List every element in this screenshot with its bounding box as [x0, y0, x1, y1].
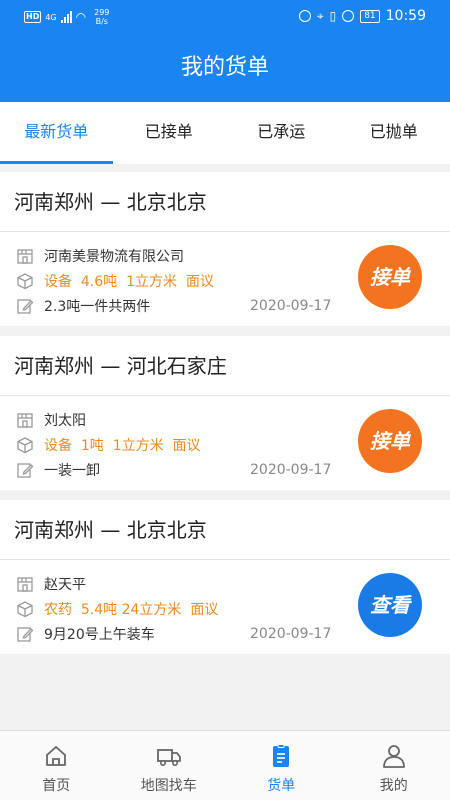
- package-icon: [16, 436, 34, 454]
- accept-order-button[interactable]: 接单: [358, 409, 422, 473]
- nav-map-label: 地图找车: [140, 778, 197, 794]
- store-icon: [16, 575, 34, 593]
- store-icon: [16, 247, 34, 265]
- hd-icon: HD: [24, 11, 42, 23]
- network-speed: 299 B/s: [94, 8, 109, 26]
- order-details: 河南美景物流有限公司 设备 4.6吨 1立方米 面议 2.3吨一件共两件 202…: [0, 232, 450, 326]
- shipper-row: 刘太阳: [16, 410, 86, 430]
- shipper-row: 河南美景物流有限公司: [16, 246, 184, 266]
- edit-icon: [16, 461, 34, 479]
- tab-latest-orders[interactable]: 最新货单: [0, 102, 113, 164]
- order-note: 一装一卸: [44, 463, 100, 479]
- nav-orders-label: 货单: [267, 778, 296, 794]
- cargo-row: 农药 5.4吨 24立方米 面议: [16, 599, 218, 619]
- shipper-name: 赵天平: [44, 577, 86, 593]
- document-icon: [268, 743, 294, 769]
- tab-carried[interactable]: 已承运: [225, 102, 338, 164]
- tab-dropped[interactable]: 已抛单: [338, 102, 450, 164]
- tab-bar: 最新货单 已接单 已承运 已抛单: [0, 102, 450, 164]
- order-card[interactable]: 河南郑州 — 北京北京 赵天平 农药 5.4吨 24立方米 面议 9月20号上午…: [0, 500, 450, 654]
- order-note: 2.3吨一件共两件: [44, 299, 151, 315]
- location-icon: ⌖: [316, 8, 324, 23]
- vibrate-icon: ▯: [329, 9, 337, 23]
- cargo-row: 设备 4.6吨 1立方米 面议: [16, 271, 214, 291]
- order-card[interactable]: 河南郑州 — 河北石家庄 刘太阳 设备 1吨 1立方米 面议 一装一卸 2020…: [0, 336, 450, 490]
- nav-mine-label: 我的: [379, 778, 408, 794]
- signal-icon: [60, 11, 72, 23]
- order-date: 2020-09-17: [250, 298, 332, 314]
- order-route: 河南郑州 — 北京北京: [0, 500, 450, 560]
- alarm-icon: [298, 10, 311, 22]
- status-left: HD 4G ◠ 299 B/s: [24, 8, 109, 26]
- page-title: 我的货单: [0, 34, 450, 102]
- order-details: 刘太阳 设备 1吨 1立方米 面议 一装一卸 2020-09-17 接单: [0, 396, 450, 490]
- order-note: 9月20号上午装车: [44, 627, 155, 643]
- status-right: ⌖ ▯ 81 10:59: [298, 8, 426, 24]
- order-details: 赵天平 农药 5.4吨 24立方米 面议 9月20号上午装车 2020-09-1…: [0, 560, 450, 654]
- speed-value: 299: [94, 8, 110, 17]
- order-route: 河南郑州 — 河北石家庄: [0, 336, 450, 396]
- nav-map-find-truck[interactable]: 地图找车: [113, 731, 226, 800]
- cargo-info: 农药 5.4吨 24立方米 面议: [44, 602, 219, 618]
- bottom-nav: 首页 地图找车 货单 我的: [0, 730, 450, 800]
- package-icon: [16, 272, 34, 290]
- speed-unit: B/s: [95, 17, 108, 26]
- nav-home-label: 首页: [42, 778, 71, 794]
- store-icon: [16, 411, 34, 429]
- cargo-row: 设备 1吨 1立方米 面议: [16, 435, 201, 455]
- edit-icon: [16, 297, 34, 315]
- network-type: 4G: [45, 12, 57, 22]
- truck-icon: [156, 743, 182, 769]
- note-row: 9月20号上午装车: [16, 624, 155, 644]
- battery-icon: 81: [360, 9, 380, 23]
- person-icon: [381, 743, 407, 769]
- note-row: 一装一卸: [16, 460, 100, 480]
- order-card[interactable]: 河南郑州 — 北京北京 河南美景物流有限公司 设备 4.6吨 1立方米 面议 2…: [0, 172, 450, 326]
- clock-time: 10:59: [385, 8, 426, 24]
- package-icon: [16, 600, 34, 618]
- nav-orders[interactable]: 货单: [225, 731, 338, 800]
- accept-order-button[interactable]: 接单: [358, 245, 422, 309]
- shipper-row: 赵天平: [16, 574, 86, 594]
- edit-icon: [16, 625, 34, 643]
- note-row: 2.3吨一件共两件: [16, 296, 150, 316]
- speedometer-icon: [342, 10, 355, 22]
- shipper-name: 河南美景物流有限公司: [44, 249, 184, 265]
- order-date: 2020-09-17: [250, 462, 332, 478]
- shipper-name: 刘太阳: [44, 413, 86, 429]
- order-date: 2020-09-17: [250, 626, 332, 642]
- home-icon: [43, 743, 69, 769]
- nav-home[interactable]: 首页: [0, 731, 113, 800]
- status-bar: HD 4G ◠ 299 B/s ⌖ ▯ 81 10:59: [0, 0, 450, 34]
- order-list: 河南郑州 — 北京北京 河南美景物流有限公司 设备 4.6吨 1立方米 面议 2…: [0, 172, 450, 664]
- order-route: 河南郑州 — 北京北京: [0, 172, 450, 232]
- cargo-info: 设备 4.6吨 1立方米 面议: [44, 274, 214, 290]
- cargo-info: 设备 1吨 1立方米 面议: [44, 438, 201, 454]
- view-order-button[interactable]: 查看: [358, 573, 422, 637]
- nav-mine[interactable]: 我的: [338, 731, 450, 800]
- tab-accepted[interactable]: 已接单: [113, 102, 226, 164]
- wifi-icon: ◠: [75, 10, 87, 24]
